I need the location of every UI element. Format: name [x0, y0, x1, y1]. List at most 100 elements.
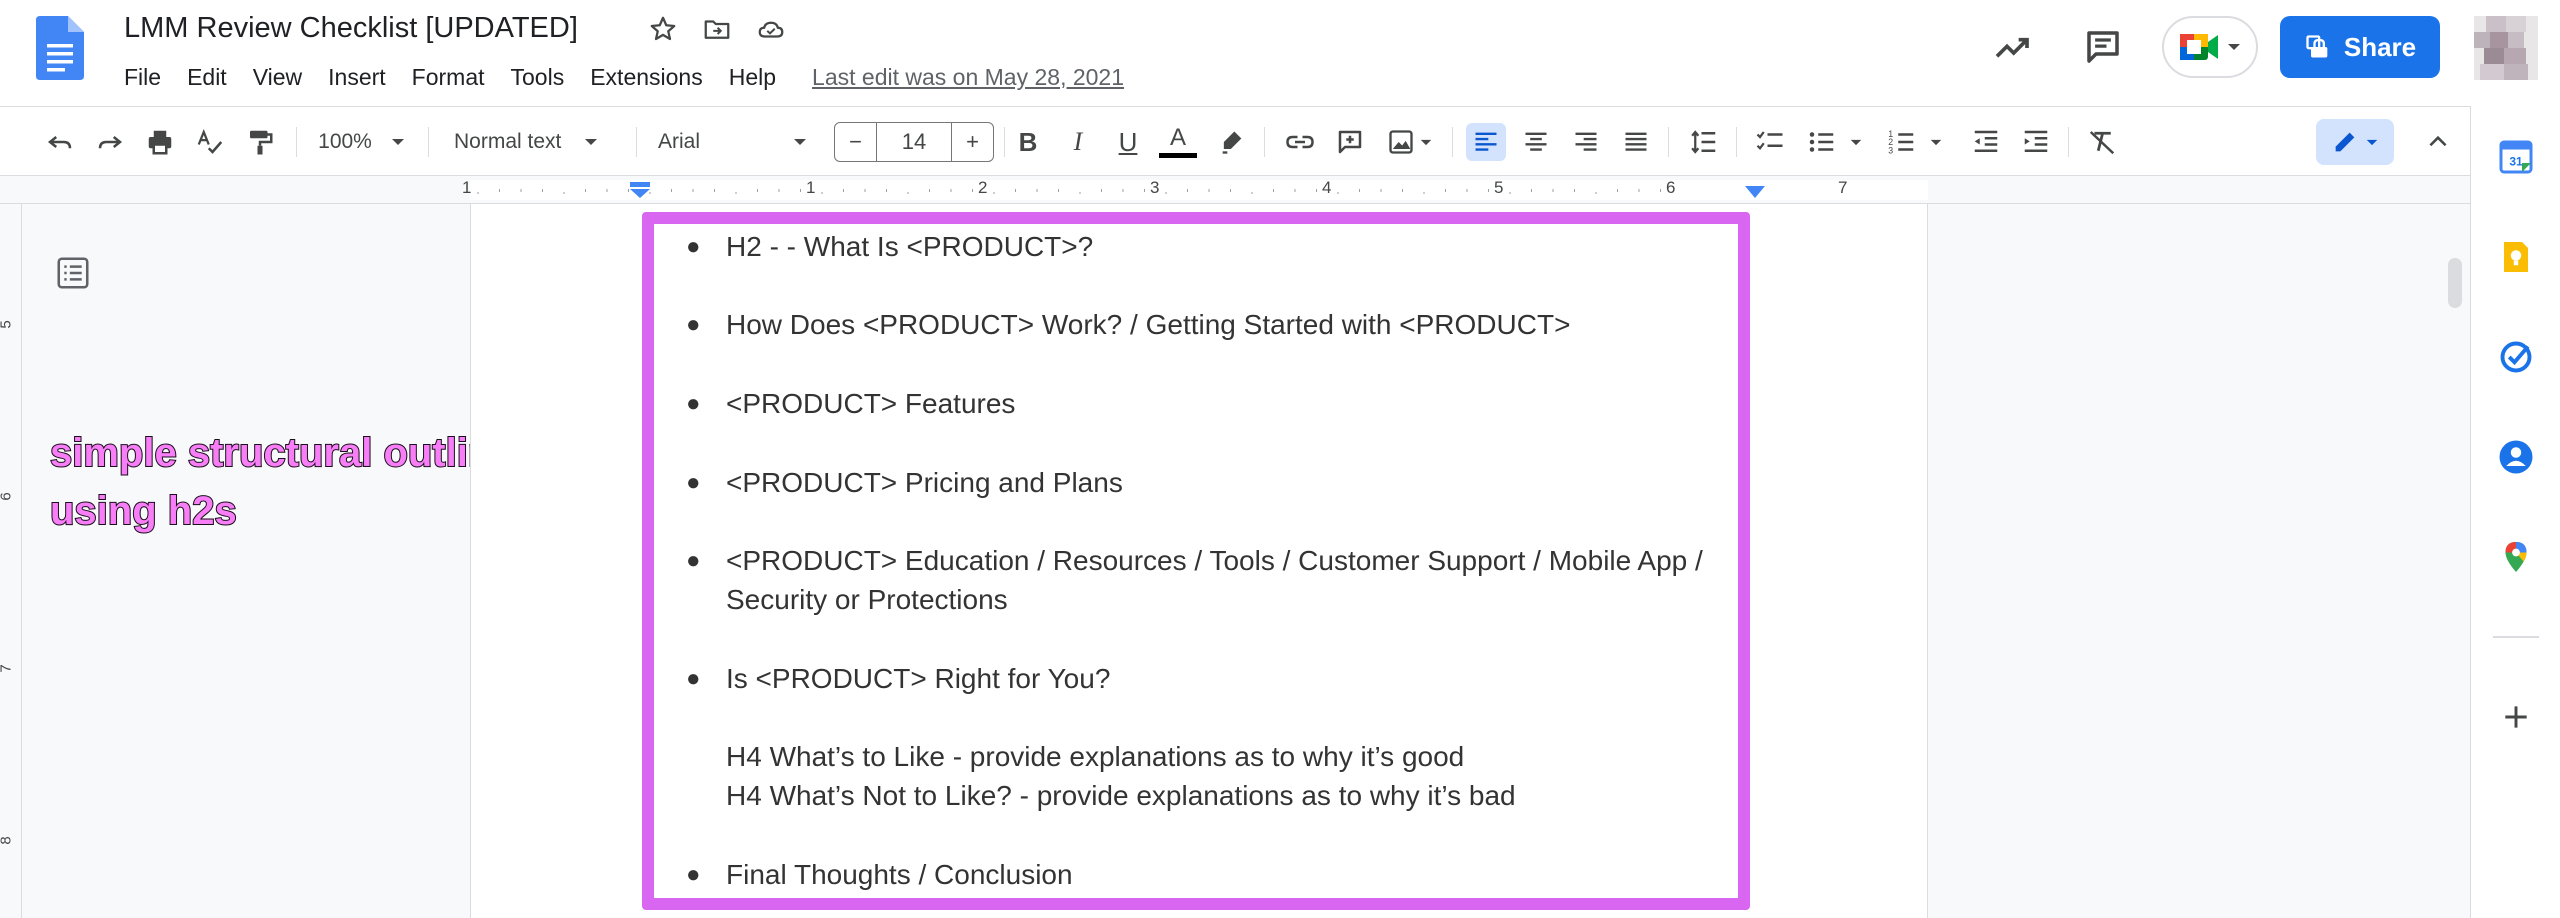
menu-edit[interactable]: Edit	[187, 64, 227, 91]
contacts-button[interactable]	[2497, 438, 2535, 476]
menu-format[interactable]: Format	[412, 64, 485, 91]
align-left-icon	[1475, 132, 1497, 151]
numbered-list-button[interactable]: 123	[1880, 123, 1950, 161]
font-select[interactable]: Arial	[650, 123, 820, 161]
ruler-number: 3	[1150, 178, 1160, 197]
underline-button[interactable]: U	[1108, 123, 1148, 161]
insert-image-button[interactable]	[1380, 123, 1440, 161]
move-folder-icon[interactable]	[700, 14, 734, 44]
chevron-down-icon	[585, 139, 598, 145]
share-button[interactable]: Share	[2280, 16, 2440, 78]
hide-menus-button[interactable]	[2418, 123, 2458, 161]
scrollbar-thumb[interactable]	[2448, 258, 2462, 308]
svg-text:3: 3	[1888, 145, 1893, 155]
last-edit-link[interactable]: Last edit was on May 28, 2021	[812, 64, 1124, 91]
editing-mode-button[interactable]	[2316, 119, 2394, 165]
insert-link-button[interactable]	[1280, 123, 1320, 161]
italic-icon: I	[1073, 127, 1083, 156]
annotation-highlight-box	[642, 212, 1750, 910]
menu-file[interactable]: File	[124, 64, 161, 91]
font-size-decrease-button[interactable]: −	[835, 123, 877, 161]
add-comment-button[interactable]	[1330, 123, 1370, 161]
cloud-saved-icon[interactable]	[754, 14, 788, 44]
align-left-button[interactable]	[1466, 123, 1506, 161]
redo-icon	[98, 136, 123, 149]
chevron-up-icon	[2429, 135, 2447, 147]
text-color-swatch	[1159, 153, 1197, 158]
ruler-ticks	[477, 189, 1661, 194]
add-icon	[2505, 706, 2527, 728]
avatar[interactable]	[2474, 16, 2538, 80]
get-add-ons-button[interactable]	[2497, 698, 2535, 736]
vertical-ruler[interactable]: 5 6 7 8	[0, 204, 22, 918]
bold-button[interactable]: B	[1008, 123, 1048, 161]
menu-tools[interactable]: Tools	[511, 64, 565, 91]
font-size-input[interactable]: 14	[877, 123, 951, 161]
menu-extensions[interactable]: Extensions	[590, 64, 703, 91]
font-size-stepper: − 14 +	[834, 122, 994, 162]
line-spacing-button[interactable]	[1684, 123, 1724, 161]
annotation-line: using h2s	[49, 488, 238, 534]
pencil-icon	[2335, 132, 2355, 152]
menu-help[interactable]: Help	[729, 64, 776, 91]
calendar-day: 31	[2509, 154, 2523, 168]
keep-icon	[2504, 242, 2528, 272]
spellcheck-button[interactable]	[190, 123, 230, 161]
paint-format-icon	[250, 130, 273, 155]
menu-insert[interactable]: Insert	[328, 64, 386, 91]
checklist-button[interactable]	[1750, 123, 1790, 161]
comments-icon[interactable]	[2082, 26, 2124, 68]
italic-button[interactable]: I	[1058, 123, 1098, 161]
ruler-number: 6	[0, 492, 15, 500]
document-outline-icon[interactable]	[54, 254, 92, 292]
chevron-down-icon	[391, 139, 404, 145]
horizontal-ruler[interactable]: 1 1 2 3 4 5 6 7	[0, 176, 2470, 204]
tasks-button[interactable]	[2497, 338, 2535, 376]
clear-formatting-button[interactable]	[2082, 123, 2122, 161]
maps-icon	[2505, 542, 2527, 572]
left-indent-marker[interactable]	[628, 182, 652, 198]
decrease-indent-button[interactable]	[1966, 123, 2006, 161]
document-title[interactable]: LMM Review Checklist [UPDATED]	[124, 12, 578, 45]
right-indent-marker[interactable]	[1744, 186, 1766, 198]
keep-button[interactable]	[2497, 238, 2535, 276]
zoom-select[interactable]: 100%	[312, 123, 412, 161]
annotation-overlay: simple structural outline using h2s	[49, 424, 516, 540]
share-lock-icon	[2306, 35, 2328, 58]
ruler-page-area	[470, 180, 1928, 200]
share-label: Share	[2343, 31, 2417, 62]
font-size-increase-button[interactable]: +	[951, 123, 993, 161]
paint-format-button[interactable]	[240, 123, 280, 161]
chevron-down-icon	[2228, 44, 2240, 50]
tasks-icon	[2500, 341, 2532, 373]
ruler-number: 1	[462, 178, 472, 197]
justify-button[interactable]	[1616, 123, 1656, 161]
align-center-button[interactable]	[1516, 123, 1556, 161]
bulleted-list-icon	[1809, 132, 1834, 152]
star-icon[interactable]	[646, 14, 680, 44]
meet-button[interactable]	[2162, 16, 2258, 78]
text-color-button[interactable]: A	[1158, 123, 1198, 161]
meet-icon	[2180, 34, 2218, 60]
align-right-button[interactable]	[1566, 123, 1606, 161]
spellcheck-icon	[197, 128, 223, 154]
decrease-indent-icon	[1974, 130, 1998, 152]
print-button[interactable]	[140, 123, 180, 161]
text-color-icon: A	[1169, 124, 1186, 151]
increase-indent-button[interactable]	[2016, 123, 2056, 161]
bulleted-list-button[interactable]	[1800, 123, 1870, 161]
undo-button[interactable]	[40, 123, 80, 161]
redo-button[interactable]	[90, 123, 130, 161]
ruler-number: 7	[0, 664, 15, 672]
style-select[interactable]: Normal text	[444, 123, 624, 161]
menu-view[interactable]: View	[253, 64, 302, 91]
calendar-icon: 31	[2499, 140, 2533, 174]
activity-trend-icon[interactable]	[1992, 28, 2032, 68]
docs-logo[interactable]	[36, 16, 84, 80]
menu-bar: File Edit View Insert Format Tools Exten…	[124, 62, 1124, 92]
calendar-button[interactable]: 31	[2497, 138, 2535, 176]
highlight-color-button[interactable]	[1212, 123, 1252, 161]
maps-button[interactable]	[2497, 538, 2535, 576]
print-icon	[148, 130, 172, 155]
underline-icon: U	[1118, 126, 1138, 157]
